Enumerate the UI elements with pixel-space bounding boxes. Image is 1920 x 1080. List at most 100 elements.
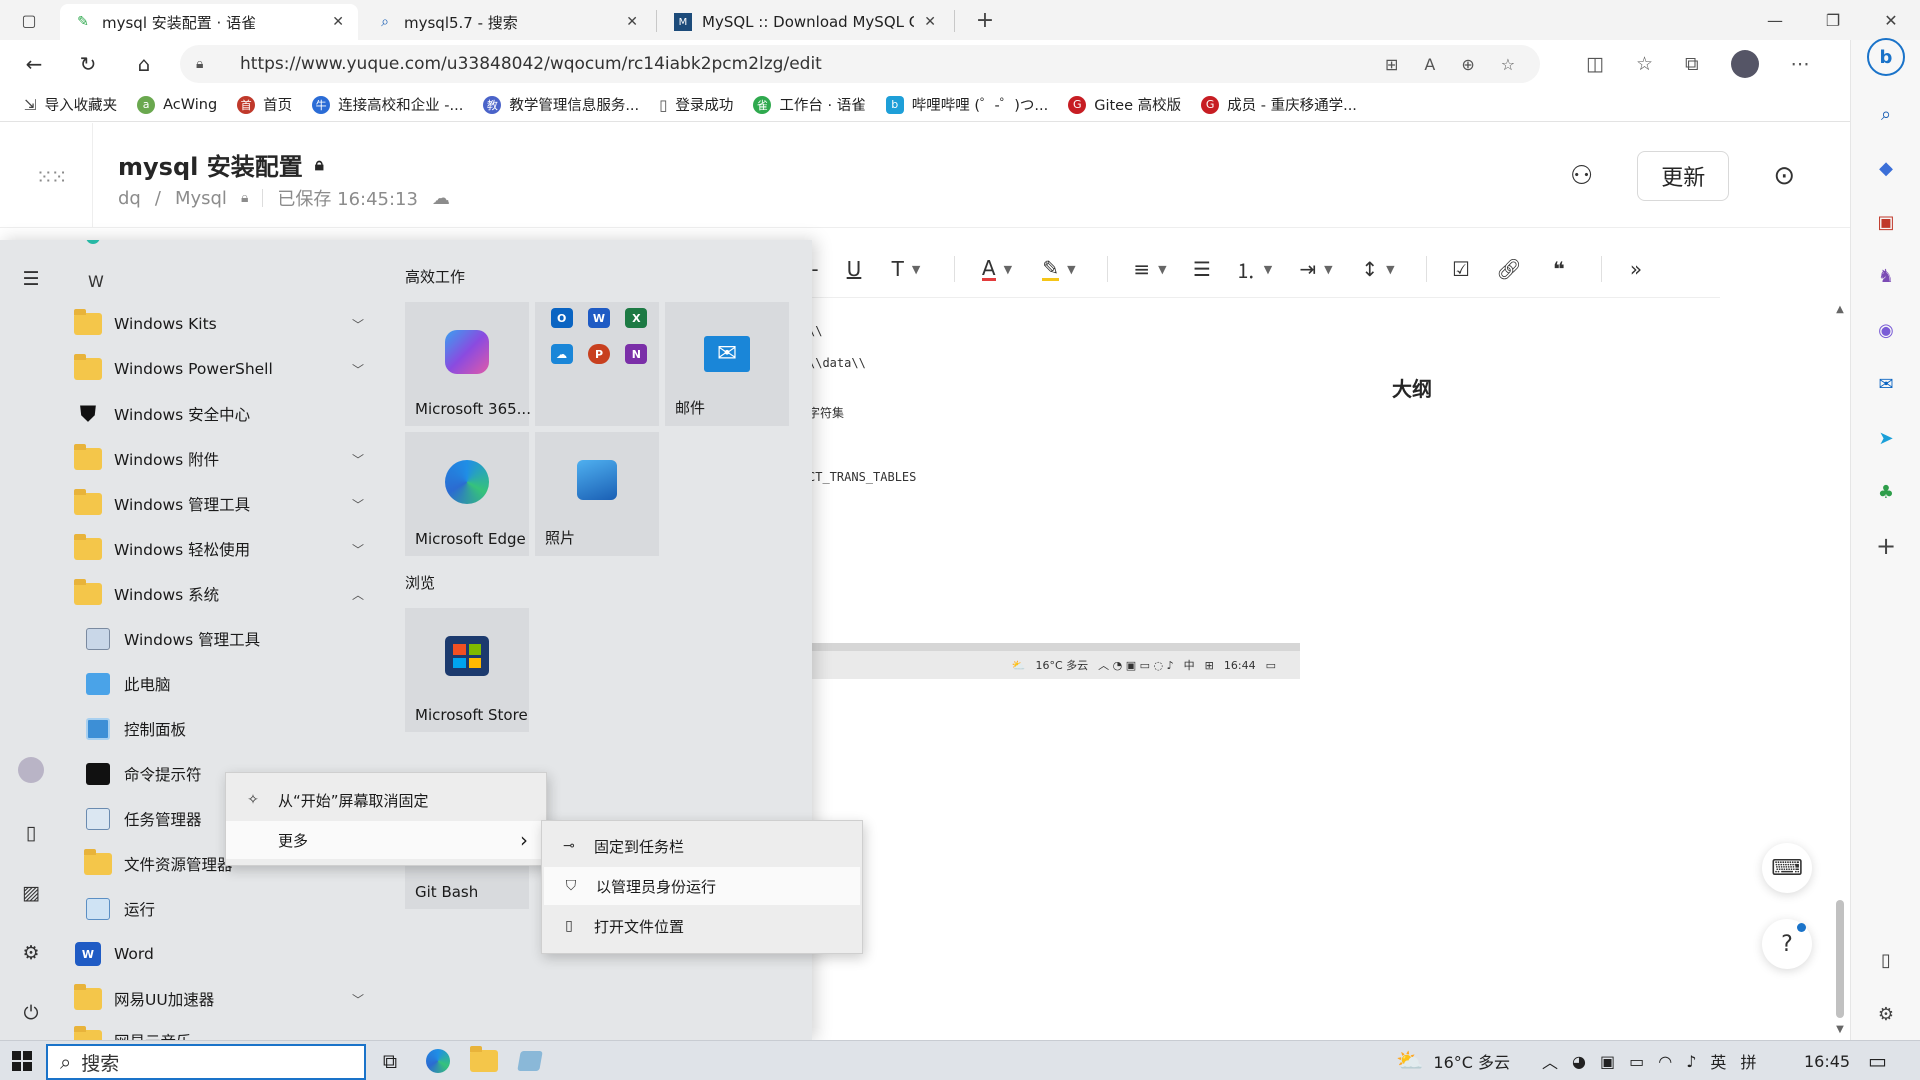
address-bar[interactable]: 🔒︎ https://www.yuque.com/u33848042/wqocu…	[180, 45, 1540, 83]
m365-icon[interactable]: ◉	[1870, 314, 1902, 346]
ime-indicator[interactable]: 英	[1710, 1049, 1726, 1073]
vpn-icon[interactable]: ▣	[1600, 1052, 1615, 1071]
app-windows-admin-tools[interactable]: Windows 管理工具 ﹀	[72, 483, 382, 525]
app-windows-powershell[interactable]: Windows PowerShell ﹀	[72, 348, 382, 390]
apps-icon[interactable]: ⊞	[1385, 55, 1398, 74]
app-word[interactable]: W Word	[72, 933, 382, 975]
favorites-icon[interactable]: ☆	[1636, 53, 1653, 75]
favorite-members[interactable]: G 成员 - 重庆移通学...	[1191, 94, 1367, 115]
favorite-bilibili[interactable]: b 哔哩哔哩 (゜-゜)つ...	[876, 94, 1058, 115]
tab-actions-icon[interactable]: ▢	[0, 0, 58, 40]
favorite-edu[interactable]: 教 教学管理信息服务...	[473, 94, 649, 115]
edge-taskbar-icon[interactable]	[416, 1043, 460, 1079]
close-window-button[interactable]: ✕	[1862, 0, 1920, 40]
collections-icon[interactable]: ⧉	[1685, 53, 1699, 75]
tile-microsoft-365[interactable]: Microsoft 365...	[405, 302, 531, 426]
close-icon[interactable]: ✕	[924, 14, 936, 30]
pictures-icon[interactable]: ▨	[14, 876, 48, 910]
expand-icon[interactable]: ﹀	[352, 451, 364, 468]
onedrive-mini-icon[interactable]: ☁	[550, 344, 573, 364]
back-button[interactable]: ←	[16, 46, 52, 82]
expand-icon[interactable]: ﹀	[352, 316, 364, 333]
settings-icon[interactable]: ⚙	[14, 936, 48, 970]
more-menu-icon[interactable]: ⋯	[1791, 53, 1810, 75]
refresh-button[interactable]: ↻	[70, 46, 106, 82]
group-title[interactable]: 高效工作	[405, 266, 465, 287]
favorite-login[interactable]: ▯ 登录成功	[649, 94, 743, 115]
task-view-icon[interactable]: ⧉	[368, 1043, 412, 1079]
weather-text[interactable]: 16°C 多云	[1433, 1049, 1510, 1073]
search-icon[interactable]: ⌕	[1870, 98, 1902, 130]
align-icon[interactable]: ≡ ▼	[1122, 251, 1178, 287]
expand-icon[interactable]: ﹀	[352, 991, 364, 1008]
font-size-icon[interactable]: T ▼	[878, 251, 934, 287]
documents-icon[interactable]: ▯	[14, 816, 48, 850]
more-tools-icon[interactable]: »	[1616, 251, 1656, 287]
apps-grid-icon[interactable]: ⁙⁙	[36, 165, 67, 189]
excel-mini-icon[interactable]: X	[625, 308, 648, 328]
outlook-icon[interactable]: ✉	[1870, 368, 1902, 400]
collapse-icon[interactable]: ︿	[352, 586, 364, 603]
app-windows-kits[interactable]: Windows Kits ﹀	[72, 303, 382, 345]
lock-icon[interactable]: 🔒︎	[196, 56, 216, 72]
keyboard-icon[interactable]: ⌨	[1762, 843, 1812, 893]
add-favorite-icon[interactable]: ☆	[1501, 55, 1515, 74]
checkbox-icon[interactable]: ☑	[1441, 251, 1481, 287]
hamburger-menu-icon[interactable]: ☰	[14, 262, 48, 296]
bullet-list-icon[interactable]: ☰	[1184, 251, 1220, 287]
wifi-icon[interactable]: ◠	[1658, 1052, 1672, 1071]
line-height-icon[interactable]: ↕ ▼	[1350, 251, 1406, 287]
tile-photos[interactable]: 照片	[535, 432, 659, 556]
open-file-location-item[interactable]: ▯ 打开文件位置	[542, 907, 862, 945]
tile-mail[interactable]: ✉ 邮件	[665, 302, 789, 426]
sidebar-layout-icon[interactable]: ▯	[1870, 944, 1902, 976]
taskbar-search-box[interactable]: ⌕ 搜索	[46, 1044, 366, 1080]
user-avatar[interactable]	[14, 753, 48, 787]
windows-start-icon[interactable]	[0, 1041, 44, 1080]
bing-icon[interactable]: b	[1867, 38, 1905, 76]
update-button[interactable]: 更新	[1637, 151, 1730, 201]
link-icon[interactable]: 🔗︎	[1487, 251, 1531, 287]
help-button[interactable]: ?	[1762, 919, 1812, 969]
breadcrumb-book[interactable]: Mysql	[175, 188, 227, 209]
favorite-yuque[interactable]: 雀 工作台 · 语雀	[743, 94, 875, 115]
tab-search[interactable]: ⌕ mysql5.7 - 搜索 ✕	[362, 4, 652, 40]
onenote-mini-icon[interactable]: N	[625, 344, 648, 364]
chevron-up-icon[interactable]: ︿	[1542, 1049, 1558, 1073]
tile-microsoft-edge[interactable]: Microsoft Edge	[405, 432, 529, 556]
expand-icon[interactable]: ﹀	[352, 541, 364, 558]
app-this-pc[interactable]: 此电脑	[82, 663, 392, 705]
section-letter[interactable]: W	[88, 272, 104, 291]
pin-to-taskbar-item[interactable]: ⊸ 固定到任务栏	[542, 827, 862, 865]
weather-icon[interactable]: ⛅	[1396, 1049, 1423, 1074]
expand-icon[interactable]: ﹀	[352, 361, 364, 378]
zoom-icon[interactable]: ⊕	[1461, 55, 1474, 74]
profile-avatar[interactable]	[1730, 50, 1759, 78]
games-icon[interactable]: ♞	[1870, 260, 1902, 292]
expand-icon[interactable]: ﹀	[352, 496, 364, 513]
app-admin-tools[interactable]: Windows 管理工具	[82, 618, 392, 660]
favorite-acwing[interactable]: a AcWing	[127, 95, 227, 114]
tree-icon[interactable]: ♣	[1870, 476, 1902, 508]
settings-icon[interactable]: ⚙	[1870, 998, 1902, 1030]
send-icon[interactable]: ➤	[1870, 422, 1902, 454]
split-screen-icon[interactable]: ◫	[1586, 53, 1604, 75]
favorite-home[interactable]: 首 首页	[227, 94, 302, 115]
app-taskbar-icon[interactable]	[508, 1043, 552, 1079]
tile-office-group[interactable]: O W X ☁ P N	[535, 302, 659, 426]
app-control-panel[interactable]: 控制面板	[82, 708, 392, 750]
clock[interactable]: 16:45	[1804, 1041, 1850, 1080]
tools-icon[interactable]: ▣	[1870, 206, 1902, 238]
indent-icon[interactable]: ⇥ ▼	[1288, 251, 1344, 287]
font-color-icon[interactable]: A ▼	[969, 251, 1025, 287]
minimize-button[interactable]: —	[1746, 0, 1804, 40]
add-collaborator-icon[interactable]: ⚇	[1570, 161, 1593, 191]
scroll-down-icon[interactable]: ▼	[1833, 1024, 1847, 1035]
word-mini-icon[interactable]: W	[587, 308, 610, 328]
tab-yuque[interactable]: ✎ mysql 安装配置 · 语雀 ✕	[60, 4, 358, 40]
add-icon[interactable]: +	[1870, 530, 1902, 562]
favorite-niuke[interactable]: 牛 连接高校和企业 -...	[302, 94, 473, 115]
tile-microsoft-store[interactable]: Microsoft Store	[405, 608, 529, 732]
volume-icon[interactable]: ♪	[1686, 1052, 1696, 1071]
url-text[interactable]: https://www.yuque.com/u33848042/wqocum/r…	[240, 54, 822, 74]
